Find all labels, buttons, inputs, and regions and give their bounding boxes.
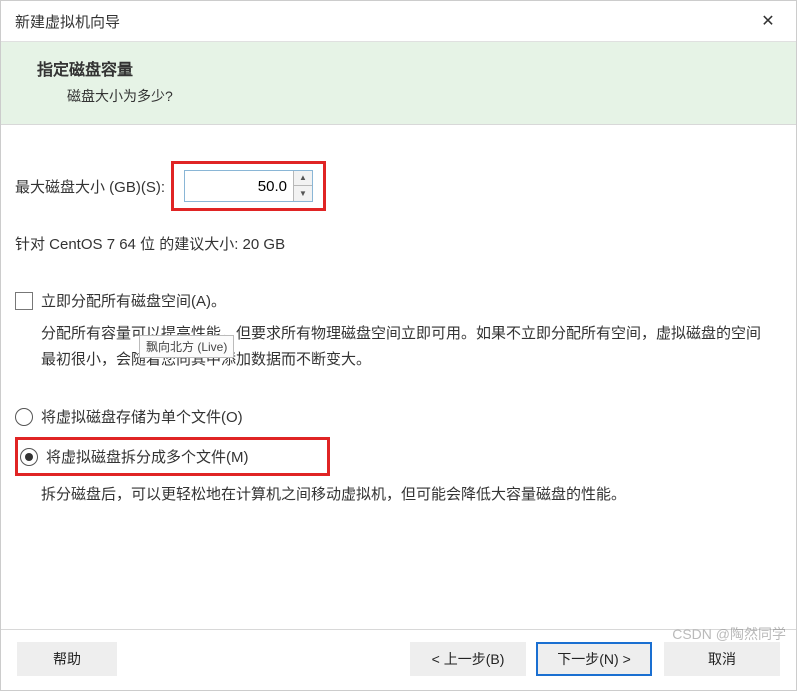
- radio-split-label: 将虚拟磁盘拆分成多个文件(M): [46, 446, 249, 467]
- disk-size-input[interactable]: [185, 171, 293, 201]
- split-description: 拆分磁盘后，可以更轻松地在计算机之间移动虚拟机，但可能会降低大容量磁盘的性能。: [41, 482, 772, 508]
- chevron-up-icon: ▲: [299, 173, 307, 182]
- back-button[interactable]: < 上一步(B): [410, 642, 526, 676]
- footer-right: < 上一步(B) 下一步(N) > 取消: [410, 642, 780, 676]
- close-button[interactable]: ✕: [750, 7, 786, 35]
- allocate-checkbox[interactable]: [15, 292, 33, 310]
- banner: 指定磁盘容量 磁盘大小为多少?: [1, 42, 796, 125]
- radio-split-highlight: 将虚拟磁盘拆分成多个文件(M): [15, 437, 330, 476]
- radio-single-label: 将虚拟磁盘存储为单个文件(O): [41, 406, 243, 427]
- wizard-dialog: 新建虚拟机向导 ✕ 指定磁盘容量 磁盘大小为多少? 最大磁盘大小 (GB)(S)…: [0, 0, 797, 691]
- footer: 帮助 < 上一步(B) 下一步(N) > 取消: [1, 629, 796, 690]
- radio-split-files[interactable]: 将虚拟磁盘拆分成多个文件(M): [20, 442, 321, 471]
- next-button-label: 下一步(N) >: [557, 649, 631, 669]
- recommended-size: 针对 CentOS 7 64 位 的建议大小: 20 GB: [15, 233, 782, 254]
- close-icon: ✕: [761, 11, 774, 31]
- disk-size-row: 最大磁盘大小 (GB)(S): ▲ ▼: [15, 161, 782, 211]
- content-area: 最大磁盘大小 (GB)(S): ▲ ▼ 针对 CentOS 7 64 位 的建议…: [1, 125, 796, 629]
- dialog-title: 新建虚拟机向导: [15, 11, 120, 32]
- disk-size-spinner[interactable]: ▲ ▼: [184, 170, 313, 202]
- spinner-up-button[interactable]: ▲: [294, 171, 312, 186]
- titlebar: 新建虚拟机向导 ✕: [1, 1, 796, 42]
- banner-subtitle: 磁盘大小为多少?: [67, 86, 776, 106]
- allocate-checkbox-label: 立即分配所有磁盘空间(A)。: [41, 290, 226, 311]
- spinner-buttons: ▲ ▼: [293, 171, 312, 201]
- nav-button-pair: < 上一步(B) 下一步(N) >: [410, 642, 652, 676]
- next-button[interactable]: 下一步(N) >: [536, 642, 652, 676]
- stray-tooltip: 飘向北方 (Live): [139, 335, 234, 358]
- banner-title: 指定磁盘容量: [37, 56, 776, 80]
- radio-icon-selected[interactable]: [20, 448, 38, 466]
- cancel-button-label: 取消: [708, 649, 736, 669]
- cancel-button[interactable]: 取消: [664, 642, 780, 676]
- spinner-down-button[interactable]: ▼: [294, 186, 312, 201]
- disk-file-radio-group: 将虚拟磁盘存储为单个文件(O) 将虚拟磁盘拆分成多个文件(M) 拆分磁盘后，可以…: [15, 402, 782, 508]
- radio-single-file[interactable]: 将虚拟磁盘存储为单个文件(O): [15, 402, 782, 431]
- radio-icon-unselected[interactable]: [15, 408, 33, 426]
- help-button[interactable]: 帮助: [17, 642, 117, 676]
- chevron-down-icon: ▼: [299, 189, 307, 198]
- allocate-now-row[interactable]: 立即分配所有磁盘空间(A)。: [15, 290, 782, 311]
- help-button-label: 帮助: [53, 649, 81, 669]
- disk-size-label: 最大磁盘大小 (GB)(S):: [15, 176, 165, 197]
- disk-size-highlight: ▲ ▼: [171, 161, 326, 211]
- back-button-label: < 上一步(B): [432, 649, 505, 669]
